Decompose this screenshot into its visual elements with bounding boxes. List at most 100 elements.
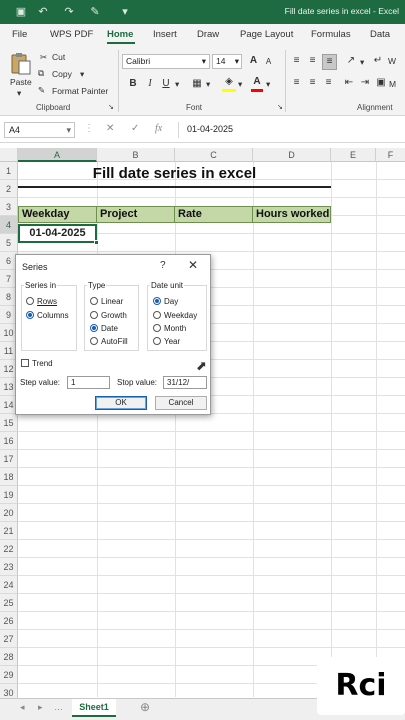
cancel-button[interactable]: Cancel	[155, 396, 207, 410]
font-size-select[interactable]: 14 ▾	[212, 54, 242, 69]
redo-icon[interactable]: ↷	[62, 5, 76, 19]
add-sheet-icon[interactable]: ⊕	[140, 700, 150, 714]
align-top-icon[interactable]: ≡	[290, 54, 303, 68]
close-icon[interactable]: ✕	[188, 258, 198, 272]
header-cell-rate[interactable]: Rate	[174, 206, 253, 223]
format-painter-icon[interactable]: ✎	[88, 5, 102, 19]
radio-columns[interactable]: Columns	[26, 311, 69, 320]
cancel-entry-icon[interactable]: ✕	[106, 123, 114, 134]
tab-page-layout[interactable]: Page Layout	[240, 29, 293, 40]
align-middle-icon[interactable]: ≡	[306, 54, 319, 68]
font-name-select[interactable]: Calibri ▾	[122, 54, 210, 69]
header-cell-weekday[interactable]: Weekday	[18, 206, 97, 223]
sheet-title[interactable]: Fill date series in excel	[18, 165, 331, 185]
font-color-icon[interactable]: A	[251, 75, 263, 92]
radio-date[interactable]: Date	[90, 324, 118, 333]
paste-dropdown-icon[interactable]: ▾	[17, 88, 21, 99]
copy-icon[interactable]: ⧉	[38, 68, 44, 79]
scroll-left-icon[interactable]: ◂	[20, 702, 25, 713]
merge-center-icon[interactable]: ▣	[375, 76, 387, 90]
orientation-icon[interactable]: ↗	[344, 54, 358, 68]
row-header-21[interactable]: 21	[0, 522, 18, 540]
decrease-indent-icon[interactable]: ⇤	[342, 76, 356, 90]
drag-handle-icon[interactable]: ⋮	[84, 123, 94, 134]
grow-font-button[interactable]: A	[247, 54, 260, 68]
font-color-dropdown-icon[interactable]: ▾	[266, 79, 270, 90]
row-header-16[interactable]: 16	[0, 432, 18, 450]
column-header-f[interactable]: F	[376, 148, 405, 162]
column-header-e[interactable]: E	[331, 148, 376, 162]
row-header-27[interactable]: 27	[0, 630, 18, 648]
radio-linear[interactable]: Linear	[90, 297, 123, 306]
row-header-20[interactable]: 20	[0, 504, 18, 522]
fill-color-icon[interactable]: ◈	[222, 75, 236, 92]
tab-home[interactable]: Home	[107, 29, 133, 40]
row-header-28[interactable]: 28	[0, 648, 18, 666]
align-left-icon[interactable]: ≡	[290, 76, 303, 90]
wrap-text-icon[interactable]: ↵	[372, 54, 384, 68]
italic-button[interactable]: I	[144, 77, 156, 91]
align-right-icon[interactable]: ≡	[322, 76, 335, 90]
wrap-text-label[interactable]: W	[388, 56, 396, 66]
row-header-23[interactable]: 23	[0, 558, 18, 576]
cut-button[interactable]: Cut	[52, 52, 65, 62]
confirm-entry-icon[interactable]: ✓	[131, 123, 139, 134]
header-cell-hours-worked[interactable]: Hours worked	[252, 206, 331, 223]
tab-insert[interactable]: Insert	[153, 29, 177, 40]
row-header-29[interactable]: 29	[0, 666, 18, 684]
radio-weekday[interactable]: Weekday	[153, 311, 197, 320]
tab-wps-pdf[interactable]: WPS PDF	[50, 29, 93, 40]
row-header-26[interactable]: 26	[0, 612, 18, 630]
ok-button[interactable]: OK	[95, 396, 147, 410]
header-cell-project[interactable]: Project	[96, 206, 175, 223]
customize-icon[interactable]: ▾	[118, 5, 132, 19]
copy-button[interactable]: Copy	[52, 69, 72, 79]
save-icon[interactable]: ▣	[14, 5, 28, 19]
orientation-dropdown-icon[interactable]: ▾	[360, 57, 364, 68]
row-header-4[interactable]: 4	[0, 216, 18, 234]
format-painter-brush-icon[interactable]: ✎	[38, 85, 45, 96]
row-header-24[interactable]: 24	[0, 576, 18, 594]
shrink-font-button[interactable]: A	[263, 55, 274, 69]
name-box[interactable]: A4 ▾	[4, 122, 75, 138]
radio-growth[interactable]: Growth	[90, 311, 127, 320]
font-launcher-icon[interactable]: ↘	[277, 103, 283, 111]
tab-draw[interactable]: Draw	[197, 29, 219, 40]
radio-month[interactable]: Month	[153, 324, 186, 333]
row-header-1[interactable]: 1	[0, 162, 18, 180]
underline-button[interactable]: U	[160, 77, 172, 91]
insert-function-icon[interactable]: fx	[155, 123, 162, 134]
row-header-19[interactable]: 19	[0, 486, 18, 504]
radio-autofill[interactable]: AutoFill	[90, 337, 128, 346]
align-bottom-icon[interactable]: ≡	[322, 54, 337, 70]
bold-button[interactable]: B	[127, 77, 139, 91]
borders-icon[interactable]: ▦	[190, 77, 204, 91]
format-painter-button[interactable]: Format Painter	[52, 86, 108, 96]
merge-center-label[interactable]: M	[389, 79, 396, 89]
borders-dropdown-icon[interactable]: ▾	[206, 79, 210, 90]
more-sheets-icon[interactable]: …	[54, 702, 63, 712]
cut-icon[interactable]: ✂	[40, 52, 47, 63]
scroll-right-icon[interactable]: ▸	[38, 702, 43, 713]
step-value-input[interactable]: 1	[67, 376, 110, 389]
row-header-15[interactable]: 15	[0, 414, 18, 432]
radio-rows[interactable]: Rows	[26, 297, 57, 306]
underline-dropdown-icon[interactable]: ▾	[175, 79, 179, 90]
formula-input[interactable]: 01-04-2025	[178, 122, 401, 138]
align-center-icon[interactable]: ≡	[306, 76, 319, 90]
radio-day[interactable]: Day	[153, 297, 178, 306]
row-header-22[interactable]: 22	[0, 540, 18, 558]
row-header-18[interactable]: 18	[0, 468, 18, 486]
row-header-3[interactable]: 3	[0, 198, 18, 216]
tab-file[interactable]: File	[12, 29, 27, 40]
tab-formulas[interactable]: Formulas	[311, 29, 351, 40]
stop-value-input[interactable]: 31/12/	[163, 376, 207, 389]
increase-indent-icon[interactable]: ⇥	[358, 76, 372, 90]
row-header-5[interactable]: 5	[0, 234, 18, 252]
fill-color-dropdown-icon[interactable]: ▾	[238, 79, 242, 90]
fill-handle[interactable]	[94, 240, 99, 245]
paste-button[interactable]: Paste	[10, 77, 32, 87]
column-header-b[interactable]: B	[97, 148, 175, 162]
paste-icon[interactable]	[10, 52, 32, 76]
tab-data[interactable]: Data	[370, 29, 390, 40]
